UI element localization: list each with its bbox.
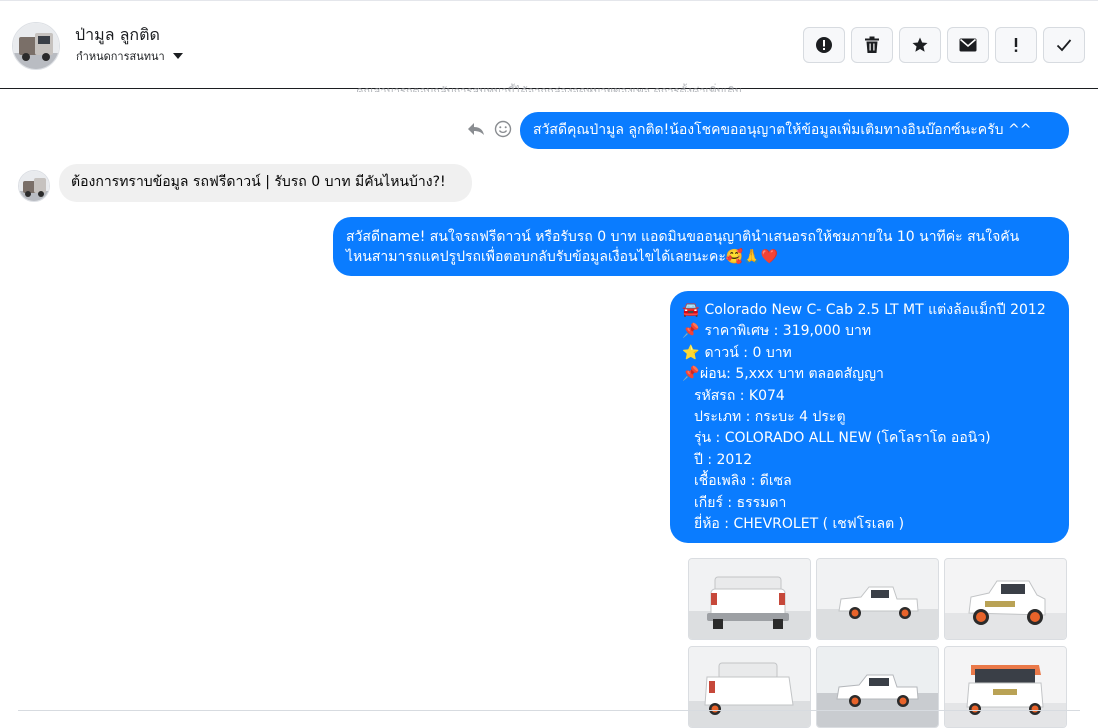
contact-avatar[interactable] [12,22,60,70]
message-text: สวัสดีคุณป่ามูล ลูกติด!น้องโชคขออนุญาตให… [533,122,1032,138]
message-text-line-2: ไหนสามารถแคปรูปรถเพื่อตอบกลับรับข้อมูลเง… [346,249,779,265]
delete-button[interactable] [851,27,893,63]
assign-conversation-dropdown[interactable]: กำหนดการสนทนา [76,47,183,65]
check-icon [1056,39,1072,52]
star-icon: ⭐ [682,344,700,361]
car-icon: 🚘 [682,302,700,318]
envelope-icon [959,38,977,52]
car-info-list: 🚘 Colorado New C- Cab 2.5 LT MT แต่งล้อแ… [682,300,1057,535]
car-info-line: รหัสรถ : K074 [694,387,785,404]
contact-avatar-small[interactable] [18,170,50,202]
car-info-line: ปี : 2012 [694,451,753,468]
mark-spam-button[interactable] [803,27,845,63]
contact-name: ป่ามูล ลูกติด [75,25,160,44]
car-info-line: เชื้อเพลิง : ดีเซล [694,473,792,490]
car-info-line: ยี่ห้อ : CHEVROLET ( เชฟโรเลต ) [694,515,905,532]
emoji-reaction-icon[interactable] [494,120,512,138]
caret-down-icon [172,53,183,59]
assign-conversation-label: กำหนดการสนทนา [76,50,165,63]
composer-divider [18,710,1080,711]
mark-unread-button[interactable] [947,27,989,63]
follow-up-button[interactable] [995,27,1037,63]
car-photo-grid [688,558,1067,728]
car-info-line: รุ่น : COLORADO ALL NEW (โคโลราโด ออนิว) [694,430,991,447]
conversation-toolbar [803,27,1085,63]
car-info-line: 📌 ราคาพิเศษ : 319,000 บาท [682,321,1057,342]
car-photo-side-2[interactable] [816,646,939,728]
car-photo-rear-angle[interactable] [688,646,811,728]
incoming-message[interactable]: ต้องการทราบข้อมูล รถฟรีดาวน์ | รับรถ 0 บ… [59,164,472,202]
car-info-line: 📌ผ่อน: 5,xxx บาท ตลอดสัญญา [682,364,1057,385]
car-info-message[interactable]: 🚘 Colorado New C- Cab 2.5 LT MT แต่งล้อแ… [670,291,1069,543]
car-info-line: 🚘 Colorado New C- Cab 2.5 LT MT แต่งล้อแ… [682,300,1057,321]
trash-icon [865,36,879,53]
car-photo-rear[interactable] [688,558,811,640]
message-text-line-1: สวัสดีname! สนใจรถฟรีดาวน์ หรือรับรถ 0 บ… [346,229,1020,245]
exclamation-icon [1014,38,1018,52]
car-info-line: เกียร์ : ธรรมดา [694,494,787,511]
conversation-header: ป่ามูล ลูกติด กำหนดการสนทนา [0,0,1098,89]
pin-icon: 📌 [682,366,700,383]
car-photo-side[interactable] [816,558,939,640]
conversation-notice: คุณสามารถตอบกลับการสนทนานี้ได้จากกล่องจด… [356,85,742,92]
outgoing-message-greeting[interactable]: สวัสดีคุณป่ามูล ลูกติด!น้องโชคขออนุญาตให… [520,112,1069,149]
mark-done-button[interactable] [1043,27,1085,63]
car-info-line: ประเภท : กระบะ 4 ประตู [694,408,846,425]
alert-circle-icon [816,37,832,53]
outgoing-message-offer[interactable]: สวัสดีname! สนใจรถฟรีดาวน์ หรือรับรถ 0 บ… [333,217,1069,276]
car-info-line: ⭐ ดาวน์ : 0 บาท [682,343,1057,364]
pin-icon: 📌 [682,323,700,340]
car-photo-front[interactable] [944,558,1067,640]
message-actions [466,120,512,138]
star-icon [912,37,928,52]
car-photo-front-2[interactable] [944,646,1067,728]
star-button[interactable] [899,27,941,63]
message-text: ต้องการทราบข้อมูล รถฟรีดาวน์ | รับรถ 0 บ… [71,174,446,190]
reply-icon[interactable] [466,121,486,137]
